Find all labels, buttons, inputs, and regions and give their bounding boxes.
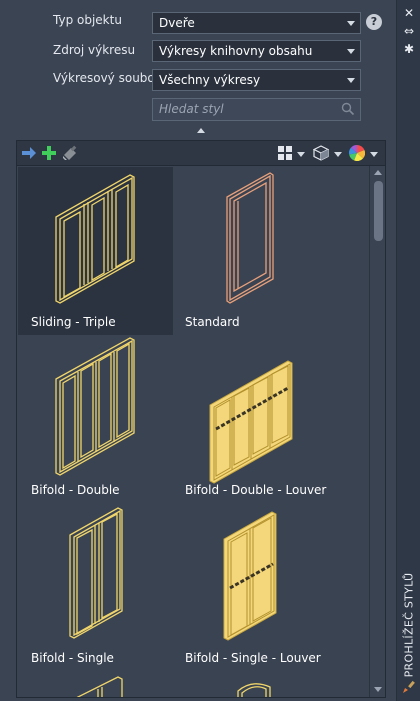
auto-hide-icon[interactable]: ⇔ — [402, 24, 416, 38]
door-thumbnail-partial — [76, 676, 123, 697]
drawing-file-select[interactable]: Všechny výkresy — [152, 69, 361, 91]
style-tile-bifold-single-louver[interactable]: Bifold - Single - Louver — [172, 503, 327, 671]
vertical-scrollbar[interactable] — [369, 166, 385, 697]
style-tile-bifold-double-louver[interactable]: Bifold - Double - Louver — [172, 335, 327, 503]
3d-view-icon[interactable] — [313, 145, 329, 161]
door-thumbnail-bifold-double-louver — [209, 360, 293, 484]
style-browser-panel: Typ objektu Dveře ? Zdroj výkresu Výkres… — [0, 0, 420, 701]
help-icon[interactable]: ? — [366, 14, 382, 30]
collapse-arrow-icon[interactable] — [197, 128, 205, 133]
paintbrush-icon[interactable] — [402, 680, 416, 694]
style-tile-bifold-single[interactable]: Bifold - Single — [18, 503, 173, 671]
chevron-down-icon — [347, 21, 355, 26]
door-thumbnail-sliding-triple — [55, 174, 135, 304]
style-tile-label: Standard — [185, 315, 240, 329]
color-wheel-icon[interactable] — [349, 145, 365, 161]
scroll-up-icon[interactable] — [374, 170, 382, 175]
style-gallery: Sliding - Triple Standard Bifold - Doubl… — [16, 166, 386, 698]
add-icon[interactable] — [41, 145, 57, 161]
style-tile-label: Bifold - Single — [31, 651, 114, 665]
style-tile-label: Sliding - Triple — [31, 315, 116, 329]
style-tile-label: Bifold - Double — [31, 483, 120, 497]
object-type-value: Dveře — [159, 16, 195, 30]
door-thumbnail-standard — [226, 172, 274, 304]
style-tile-partial[interactable] — [172, 671, 327, 697]
scroll-thumb[interactable] — [374, 181, 383, 241]
palette-title-text: PROHLÍŽEČ STYLŮ — [402, 572, 416, 678]
properties-icon[interactable]: ✱ — [402, 42, 416, 56]
door-thumbnail-bifold-single-louver — [223, 511, 277, 641]
chevron-down-icon[interactable] — [297, 152, 305, 157]
chevron-down-icon — [347, 49, 355, 54]
palette-title: PROHLÍŽEČ STYLŮ — [400, 572, 418, 678]
style-tile-partial[interactable] — [18, 671, 173, 697]
object-type-label: Typ objektu — [53, 13, 122, 27]
drawing-source-select[interactable]: Výkresy knihovny obsahu — [152, 40, 361, 62]
arrow-right-icon[interactable] — [21, 145, 37, 161]
drawing-file-label: Výkresový soubor — [53, 71, 160, 85]
chevron-down-icon — [347, 78, 355, 83]
drawing-source-value: Výkresy knihovny obsahu — [159, 44, 313, 58]
style-tile-label: Bifold - Single - Louver — [185, 651, 321, 665]
search-input[interactable]: Hledat styl — [152, 98, 361, 121]
search-icon[interactable] — [341, 102, 355, 116]
drawing-file-value: Všechny výkresy — [159, 73, 261, 87]
chevron-down-icon[interactable] — [370, 152, 378, 157]
style-tile-standard[interactable]: Standard — [172, 167, 327, 335]
drawing-source-label: Zdroj výkresu — [53, 43, 136, 57]
grid-view-icon[interactable] — [277, 145, 293, 161]
door-thumbnail-bifold-single — [69, 507, 123, 639]
purge-icon[interactable] — [62, 145, 78, 161]
style-tile-bifold-double[interactable]: Bifold - Double — [18, 335, 173, 503]
chevron-down-icon[interactable] — [334, 152, 342, 157]
door-thumbnail-bifold-double — [55, 337, 135, 476]
style-tile-label: Bifold - Double - Louver — [185, 483, 327, 497]
close-icon[interactable]: ✕ — [402, 6, 416, 20]
door-thumbnail-partial — [237, 683, 271, 697]
palette-title-bar: ✕ ⇔ ✱ PROHLÍŽEČ STYLŮ — [396, 0, 420, 701]
toolbar — [16, 140, 386, 166]
style-grid: Sliding - Triple Standard Bifold - Doubl… — [17, 166, 369, 697]
style-tile-sliding-triple[interactable]: Sliding - Triple — [18, 167, 173, 335]
search-placeholder: Hledat styl — [159, 102, 224, 116]
object-type-select[interactable]: Dveře — [152, 12, 361, 34]
scroll-down-icon[interactable] — [374, 687, 382, 692]
